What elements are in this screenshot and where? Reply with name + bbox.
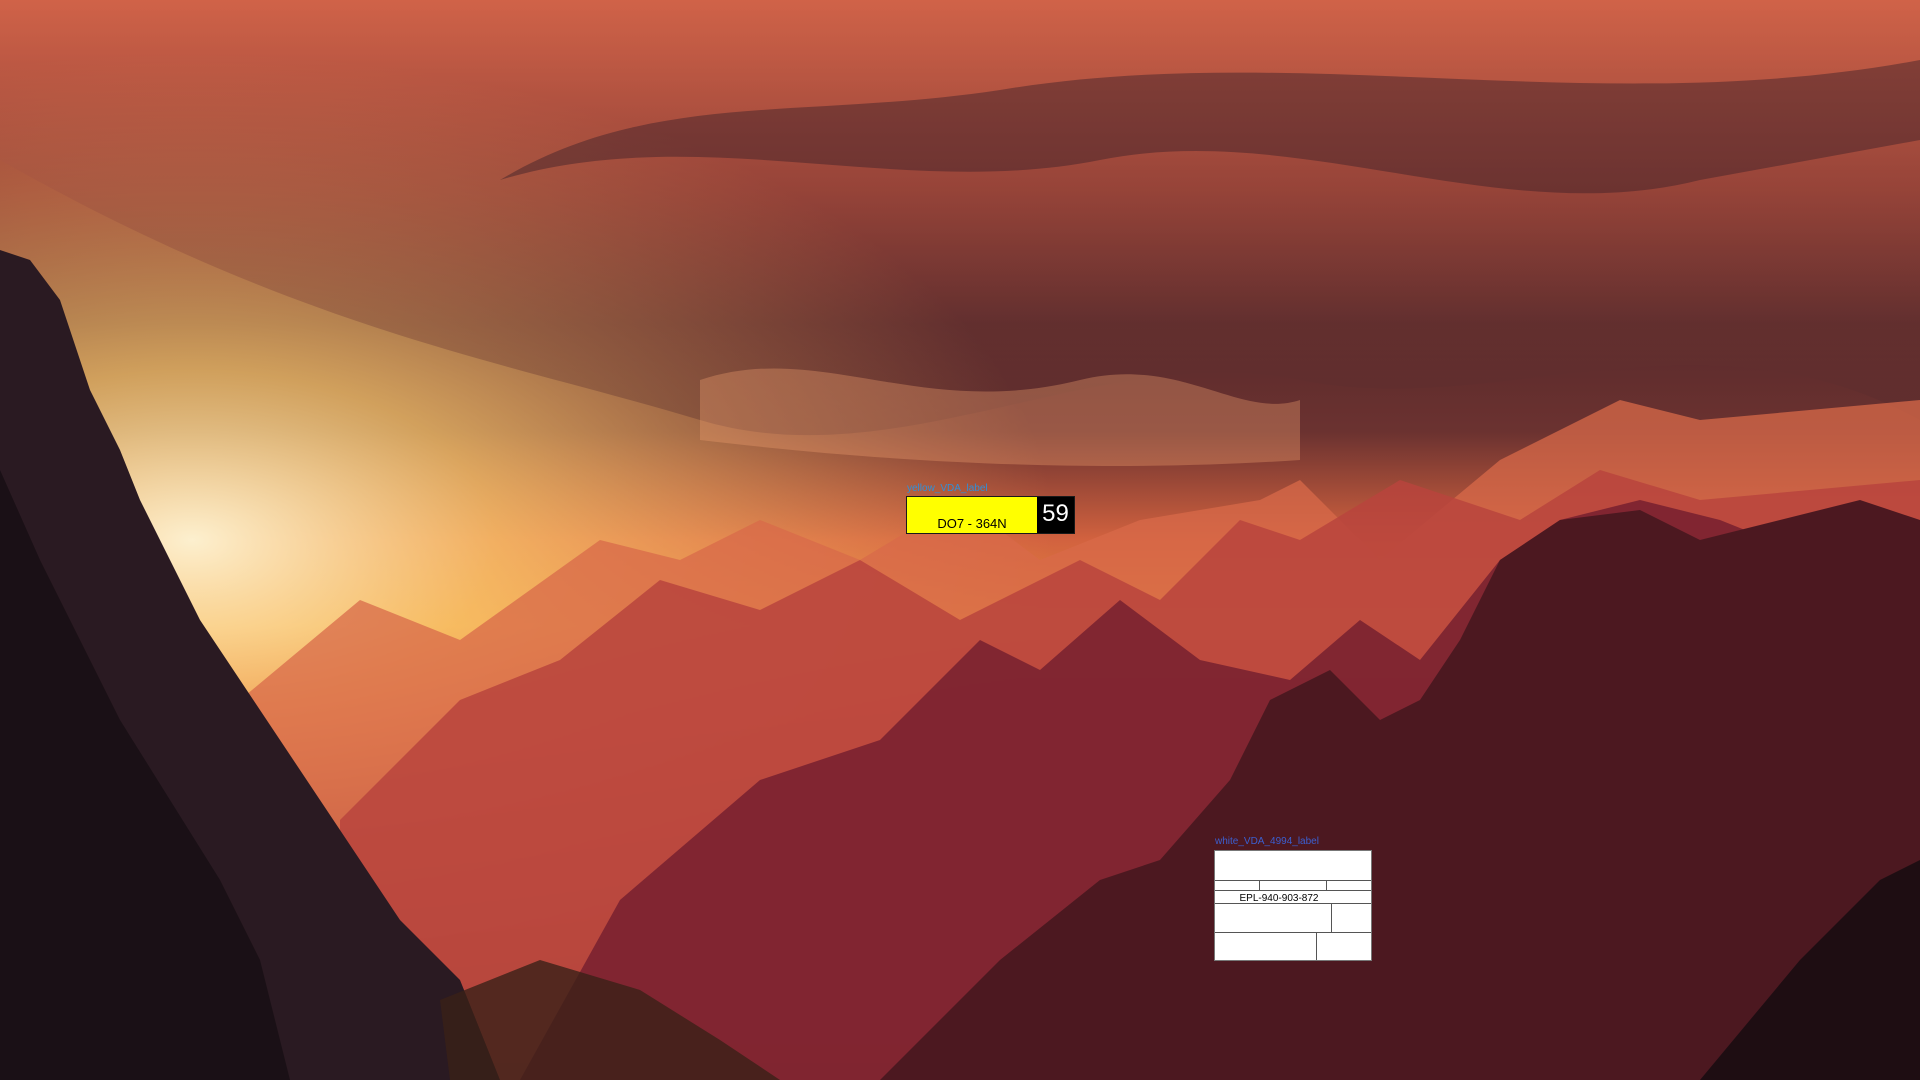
table-line bbox=[1215, 932, 1371, 933]
table-divider bbox=[1316, 933, 1317, 960]
table-divider bbox=[1331, 904, 1332, 932]
table-divider bbox=[1326, 881, 1327, 891]
yellow-plate-label[interactable]: DO7 - 364N 59 bbox=[906, 496, 1075, 534]
count-badge: 59 bbox=[1037, 497, 1074, 533]
white-table-label[interactable]: EPL-940-903-872 bbox=[1214, 850, 1372, 961]
white-label-title: white_VDA_4994_label bbox=[1215, 836, 1319, 847]
yellow-label-title: yellow_VDA_label bbox=[907, 483, 988, 494]
mountain-sunset-background bbox=[0, 0, 1920, 1080]
label-code-text: EPL-940-903-872 bbox=[1239, 893, 1319, 904]
table-divider bbox=[1259, 881, 1260, 891]
table-line bbox=[1215, 890, 1371, 891]
plate-number-text: DO7 - 364N bbox=[907, 497, 1037, 533]
desktop-scene: yellow_VDA_label DO7 - 364N 59 white_VDA… bbox=[0, 0, 1920, 1080]
table-line bbox=[1215, 880, 1371, 881]
